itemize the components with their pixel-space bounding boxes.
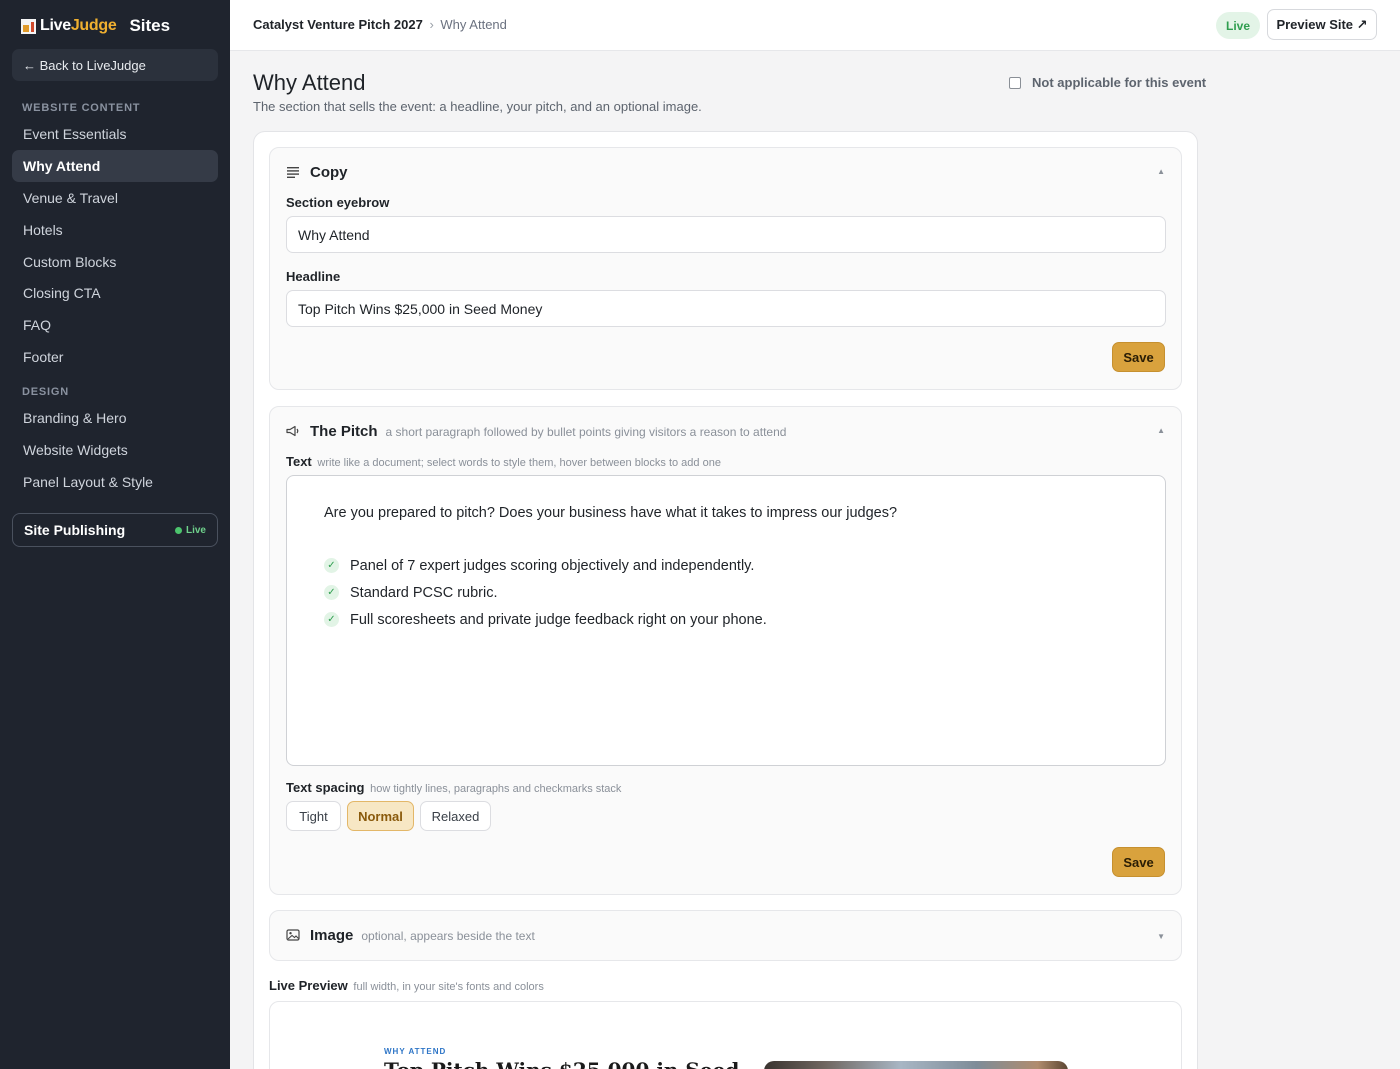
- preview-eyebrow: WHY ATTEND: [384, 1047, 447, 1056]
- sidebar-item-why-attend[interactable]: Why Attend: [12, 150, 218, 182]
- list-item[interactable]: ✓ Full scoresheets and private judge fee…: [324, 606, 767, 633]
- pitch-save-button[interactable]: Save: [1112, 847, 1165, 877]
- sidebar-item-faq[interactable]: FAQ: [12, 309, 218, 341]
- sidebar-item-branding-hero[interactable]: Branding & Hero: [12, 402, 218, 434]
- bullet-text: Panel of 7 expert judges scoring objecti…: [350, 557, 755, 574]
- pitch-panel-title: The Pitch: [310, 423, 378, 440]
- page-subtitle: The section that sells the event: a head…: [253, 99, 702, 114]
- pitch-paragraph[interactable]: Are you prepared to pitch? Does your bus…: [324, 505, 897, 521]
- copy-panel-title: Copy: [310, 164, 348, 181]
- bullet-text: Standard PCSC rubric.: [350, 584, 498, 601]
- not-applicable-checkbox[interactable]: [1009, 76, 1021, 89]
- spacing-tight-button[interactable]: Tight: [286, 801, 341, 831]
- spacing-normal-button[interactable]: Normal: [347, 801, 414, 831]
- expand-chevron-icon[interactable]: ▼: [1157, 932, 1165, 941]
- image-panel-hint: optional, appears beside the text: [361, 929, 535, 943]
- pitch-text-editor[interactable]: Are you prepared to pitch? Does your bus…: [286, 475, 1166, 766]
- text-lines-icon: [287, 167, 299, 178]
- pitch-panel-hint: a short paragraph followed by bullet poi…: [385, 425, 787, 439]
- top-bar: Catalyst Venture Pitch 2027 › Why Attend…: [230, 0, 1400, 51]
- preview-headline: Top Pitch Wins $25,000 in Seed: [384, 1058, 739, 1069]
- pitch-panel: The Pitch a short paragraph followed by …: [269, 406, 1182, 895]
- list-item[interactable]: ✓ Panel of 7 expert judges scoring objec…: [324, 552, 767, 579]
- site-publishing-button[interactable]: Site Publishing Live: [12, 513, 218, 547]
- preview-site-button[interactable]: Preview Site ↗: [1267, 9, 1377, 40]
- check-icon: ✓: [324, 612, 339, 627]
- pitch-checklist: ✓ Panel of 7 expert judges scoring objec…: [324, 552, 767, 633]
- text-spacing-label: Text spacing how tightly lines, paragrap…: [286, 780, 621, 795]
- breadcrumb-current-page: Why Attend: [440, 17, 507, 32]
- text-label-title: Text: [286, 454, 312, 469]
- section-eyebrow-label: Section eyebrow: [286, 195, 390, 210]
- product-name: Sites: [129, 16, 171, 35]
- copy-save-button[interactable]: Save: [1112, 342, 1165, 372]
- site-publishing-label: Site Publishing: [24, 522, 126, 538]
- sidebar-item-hotels[interactable]: Hotels: [12, 214, 218, 246]
- section-heading-design: DESIGN: [22, 386, 69, 398]
- sidebar-item-venue-travel[interactable]: Venue & Travel: [12, 182, 218, 214]
- live-preview-title: Live Preview: [269, 978, 348, 993]
- collapse-chevron-icon[interactable]: ▲: [1157, 426, 1165, 435]
- section-heading-website-content: WEBSITE CONTENT: [22, 102, 141, 114]
- spacing-relaxed-button[interactable]: Relaxed: [420, 801, 491, 831]
- not-applicable-toggle[interactable]: Not applicable for this event: [1009, 75, 1206, 90]
- preview-image: [764, 1061, 1068, 1069]
- breadcrumb: Catalyst Venture Pitch 2027 › Why Attend: [253, 17, 507, 32]
- sidebar-item-footer[interactable]: Footer: [12, 341, 218, 373]
- sidebar-item-closing-cta[interactable]: Closing CTA: [12, 277, 218, 309]
- breadcrumb-event[interactable]: Catalyst Venture Pitch 2027: [253, 17, 423, 32]
- image-panel-title: Image: [310, 927, 354, 944]
- text-spacing-title: Text spacing: [286, 780, 365, 795]
- list-item[interactable]: ✓ Standard PCSC rubric.: [324, 579, 767, 606]
- live-preview-hint: full width, in your site's fonts and col…: [353, 981, 544, 993]
- check-icon: ✓: [324, 585, 339, 600]
- livejudge-logo-icon: [21, 18, 36, 34]
- not-applicable-label: Not applicable for this event: [1032, 75, 1207, 90]
- text-label: Text write like a document; select words…: [286, 454, 721, 469]
- live-preview-frame: WHY ATTEND Top Pitch Wins $25,000 in See…: [269, 1001, 1182, 1069]
- image-panel[interactable]: Image optional, appears beside the text …: [269, 910, 1182, 961]
- sidebar-item-custom-blocks[interactable]: Custom Blocks: [12, 246, 218, 278]
- pitch-panel-header[interactable]: The Pitch a short paragraph followed by …: [286, 423, 786, 440]
- publishing-status-text: Live: [185, 524, 206, 536]
- sidebar-item-website-widgets[interactable]: Website Widgets: [12, 434, 218, 466]
- live-dot-icon: [174, 526, 182, 534]
- copy-panel-header[interactable]: Copy: [286, 164, 348, 181]
- headline-input[interactable]: Top Pitch Wins $25,000 in Seed Money: [286, 290, 1166, 327]
- logo-live-text: Live: [40, 17, 71, 34]
- collapse-chevron-icon[interactable]: ▲: [1157, 167, 1165, 176]
- sidebar-item-panel-layout-style[interactable]: Panel Layout & Style: [12, 466, 218, 498]
- breadcrumb-separator: ›: [429, 17, 434, 32]
- publishing-status-badge: Live: [174, 524, 206, 536]
- sidebar: Live Judge Sites ← Back to LiveJudge WEB…: [0, 0, 230, 1069]
- megaphone-icon: [286, 425, 299, 437]
- page-title: Why Attend: [253, 70, 366, 95]
- sidebar-item-event-essentials[interactable]: Event Essentials: [12, 118, 218, 150]
- image-icon: [286, 929, 300, 941]
- back-to-livejudge-button[interactable]: ← Back to LiveJudge: [12, 49, 218, 81]
- headline-label: Headline: [286, 269, 341, 284]
- brand[interactable]: Live Judge Sites: [21, 16, 170, 36]
- section-eyebrow-input[interactable]: Why Attend: [286, 216, 1166, 253]
- logo-judge-text: Judge: [70, 17, 117, 34]
- text-spacing-hint: how tightly lines, paragraphs and checkm…: [370, 783, 622, 795]
- bullet-text: Full scoresheets and private judge feedb…: [350, 611, 767, 628]
- live-status-badge: Live: [1216, 12, 1260, 39]
- text-label-hint: write like a document; select words to s…: [317, 457, 721, 469]
- image-panel-header[interactable]: Image optional, appears beside the text: [286, 927, 535, 944]
- copy-panel: Copy ▲ Section eyebrow Why Attend Headli…: [269, 147, 1182, 390]
- check-icon: ✓: [324, 558, 339, 573]
- live-preview-label: Live Preview full width, in your site's …: [269, 978, 544, 993]
